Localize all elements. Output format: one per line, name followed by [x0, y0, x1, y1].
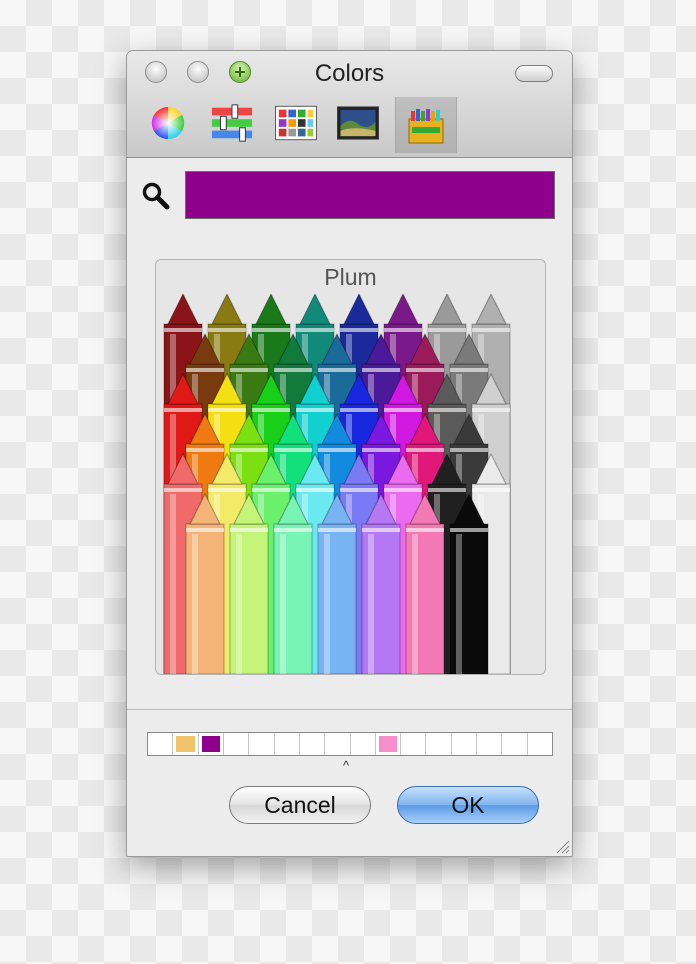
crayon-box: Plum [155, 259, 546, 675]
crayon[interactable] [273, 492, 313, 674]
favorite-swatch[interactable] [300, 733, 326, 755]
ok-button[interactable]: OK [397, 786, 539, 824]
crayon[interactable] [229, 492, 269, 674]
favorite-swatch[interactable] [477, 733, 503, 755]
favorite-swatch[interactable] [249, 733, 275, 755]
resize-grip-icon[interactable] [554, 838, 570, 854]
divider [127, 709, 572, 710]
color-wheel-icon [151, 106, 185, 140]
favorite-swatch[interactable] [452, 733, 478, 755]
tab-color-palettes[interactable] [275, 101, 317, 145]
color-sliders-icon [211, 104, 253, 142]
favorite-swatch[interactable] [528, 733, 552, 755]
crayon[interactable] [317, 492, 357, 674]
crayon[interactable] [361, 492, 401, 674]
favorite-swatches-bar[interactable] [147, 732, 553, 756]
color-row [127, 169, 572, 221]
tab-color-wheel[interactable] [147, 101, 189, 145]
current-color-well[interactable] [185, 171, 555, 219]
favorite-swatch[interactable] [275, 733, 300, 755]
tab-color-sliders[interactable] [211, 101, 253, 145]
swatch-resize-handle[interactable]: ^ [343, 758, 349, 773]
image-palettes-icon [337, 106, 379, 140]
favorite-swatch[interactable] [199, 733, 224, 755]
favorite-swatch[interactable] [351, 733, 376, 755]
favorite-swatch[interactable] [426, 733, 452, 755]
crayons-box-icon [408, 109, 444, 144]
toolbar-toggle-button[interactable] [515, 65, 553, 82]
window-title: Colors [314, 60, 385, 87]
favorite-swatch[interactable] [376, 733, 402, 755]
crayon-grid[interactable] [156, 294, 545, 674]
tab-image-palettes[interactable] [337, 101, 379, 145]
magnifier-icon[interactable] [141, 181, 171, 211]
favorite-swatch[interactable] [224, 733, 250, 755]
crayon[interactable] [405, 492, 445, 674]
favorite-swatch[interactable] [148, 733, 174, 755]
crayon[interactable] [449, 492, 489, 674]
favorite-swatch[interactable] [325, 733, 351, 755]
color-palettes-icon [275, 105, 317, 141]
window-toolbar: Colors [127, 51, 572, 158]
colors-window: Colors Plum ^ Cancel OK [126, 50, 573, 857]
tab-crayons[interactable] [395, 97, 457, 153]
selected-crayon-name: Plum [324, 264, 377, 290]
favorite-swatch[interactable] [173, 733, 199, 755]
cancel-button[interactable]: Cancel [229, 786, 371, 824]
crayon[interactable] [185, 492, 225, 674]
favorite-swatch[interactable] [401, 733, 427, 755]
favorite-swatch[interactable] [502, 733, 528, 755]
